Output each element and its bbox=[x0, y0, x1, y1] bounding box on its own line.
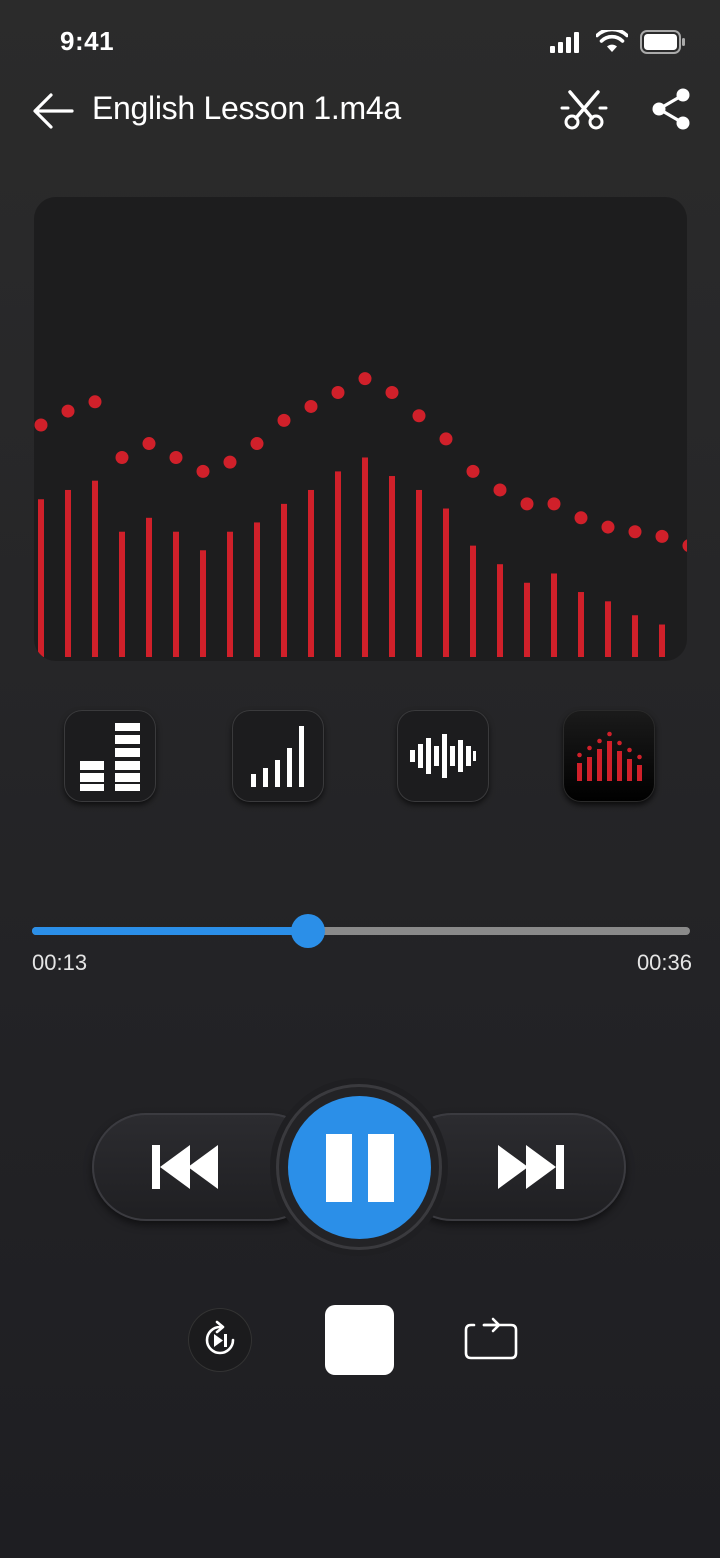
header: English Lesson 1.m4a bbox=[0, 80, 720, 140]
spectrum-peak-dot bbox=[142, 437, 156, 451]
spectrum-peak-dot bbox=[277, 413, 291, 427]
spectrum-peak-dot bbox=[304, 399, 318, 413]
spectrum-bar bbox=[146, 517, 152, 657]
spectrum-peak-dot bbox=[466, 464, 480, 478]
back-button[interactable] bbox=[30, 88, 76, 134]
playback-progress: 00:13 00:36 bbox=[32, 910, 692, 980]
spectrum-peak-dot bbox=[412, 409, 426, 423]
stop-button[interactable] bbox=[325, 1305, 394, 1375]
spectrum-peak-dot bbox=[655, 529, 669, 543]
spectrum-bar bbox=[578, 592, 584, 657]
spectrum-bar bbox=[470, 545, 476, 657]
spectrum-bar bbox=[335, 471, 341, 657]
total-time: 00:36 bbox=[636, 950, 692, 975]
spectrum-peak-dot bbox=[88, 395, 102, 409]
spectrum-peak-dot bbox=[331, 386, 345, 400]
replay-icon bbox=[205, 1320, 235, 1355]
spectrum-bar bbox=[92, 480, 98, 657]
current-time: 00:13 bbox=[32, 950, 88, 975]
repeat-button[interactable] bbox=[462, 1312, 520, 1364]
share-icon bbox=[652, 88, 690, 130]
spectrum-bar bbox=[524, 582, 530, 657]
battery-icon bbox=[640, 30, 685, 54]
repeat-icon bbox=[464, 1317, 518, 1360]
waveform-icon bbox=[410, 734, 476, 778]
spectrum-peak-dot bbox=[601, 520, 615, 534]
spectrum-bar bbox=[38, 499, 44, 657]
spectrum-peak-dot bbox=[115, 450, 129, 464]
peak-bars-icon bbox=[577, 731, 642, 781]
spectrum-bar bbox=[497, 564, 503, 657]
spectrum-bar bbox=[281, 503, 287, 657]
share-button[interactable] bbox=[648, 86, 694, 132]
visualizer-style-picker bbox=[0, 710, 720, 820]
style-peak-bars-button[interactable] bbox=[563, 710, 655, 802]
trim-button[interactable] bbox=[560, 86, 608, 134]
spectrum-bar bbox=[659, 624, 665, 657]
skip-forward-icon bbox=[498, 1145, 564, 1189]
spectrum-bar bbox=[605, 601, 611, 657]
secondary-controls bbox=[0, 1300, 720, 1390]
spectrum-bar bbox=[200, 550, 206, 657]
status-time: 9:41 bbox=[60, 26, 115, 56]
spectrum-peak-dot bbox=[196, 464, 210, 478]
spectrum-peak-dot bbox=[520, 497, 534, 511]
status-bar: 9:41 bbox=[0, 0, 720, 80]
signal-bars-icon bbox=[251, 726, 304, 787]
spectrum-bar bbox=[551, 573, 557, 657]
spectrum-peak-dot bbox=[493, 483, 507, 497]
spectrum-peak-dot bbox=[358, 372, 372, 386]
spectrum-peak-dot bbox=[385, 386, 399, 400]
audio-visualizer bbox=[34, 197, 687, 661]
cellular-signal-icon bbox=[550, 32, 579, 53]
spectrum-bar bbox=[416, 489, 422, 657]
replay-button[interactable] bbox=[188, 1308, 252, 1372]
spectrum-bar bbox=[443, 508, 449, 657]
style-bars-button[interactable] bbox=[64, 710, 156, 802]
spectrum-bar bbox=[227, 531, 233, 657]
spectrum-bar bbox=[362, 457, 368, 657]
transport-controls bbox=[0, 1080, 720, 1255]
arrow-left-icon bbox=[33, 93, 74, 129]
skip-back-icon bbox=[152, 1145, 218, 1189]
stacked-bars-icon bbox=[80, 723, 140, 791]
spectrum-peak-dot bbox=[250, 437, 264, 451]
progress-fill bbox=[32, 927, 309, 935]
progress-thumb[interactable] bbox=[291, 914, 326, 948]
spectrum-bar bbox=[65, 489, 71, 657]
scissors-icon bbox=[560, 90, 608, 130]
status-icons bbox=[550, 30, 686, 54]
file-title: English Lesson 1.m4a bbox=[92, 90, 401, 126]
spectrum-peak-dot bbox=[439, 432, 453, 446]
spectrum-peak-dot bbox=[169, 450, 183, 464]
spectrum-bar bbox=[308, 489, 314, 657]
spectrum-bar bbox=[173, 531, 179, 657]
spectrum-bar bbox=[632, 615, 638, 657]
wifi-icon bbox=[596, 30, 628, 52]
pause-button[interactable] bbox=[288, 1096, 431, 1239]
pause-icon bbox=[318, 1133, 402, 1202]
spectrum-peak-dot bbox=[628, 525, 642, 539]
spectrum-peak-dot bbox=[34, 418, 48, 432]
progress-track[interactable] bbox=[32, 914, 690, 948]
spectrum-peak-dot bbox=[682, 539, 687, 552]
style-rising-bars-button[interactable] bbox=[232, 710, 324, 802]
spectrum-peak-dot bbox=[574, 511, 588, 525]
spectrum-bar bbox=[119, 531, 125, 657]
spectrum-bar bbox=[254, 522, 260, 657]
spectrum-svg bbox=[34, 372, 687, 657]
spectrum-peak-dot bbox=[61, 404, 75, 418]
spectrum-bar bbox=[389, 476, 395, 657]
spectrum-peak-dot bbox=[547, 497, 561, 511]
style-waveform-button[interactable] bbox=[397, 710, 489, 802]
spectrum-peak-dot bbox=[223, 455, 237, 469]
